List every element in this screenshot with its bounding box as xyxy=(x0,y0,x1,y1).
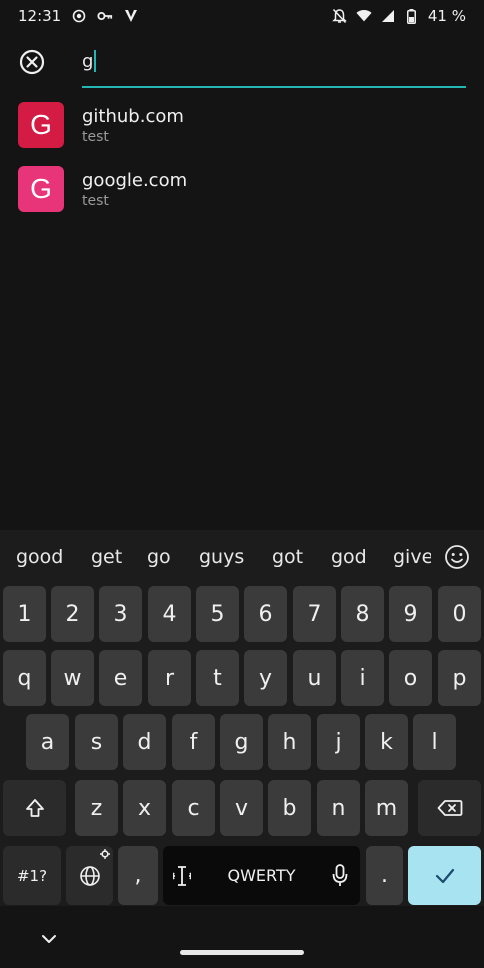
close-circle-icon xyxy=(19,49,45,75)
key-2[interactable]: 2 xyxy=(51,586,94,642)
avatar: G xyxy=(18,102,64,148)
key-y[interactable]: y xyxy=(244,650,287,706)
key-1[interactable]: 1 xyxy=(3,586,46,642)
space-key[interactable]: QWERTY xyxy=(163,846,360,905)
key-j[interactable]: j xyxy=(317,714,360,770)
key-c[interactable]: c xyxy=(172,780,215,836)
suggestion-guys[interactable]: guys xyxy=(199,546,244,568)
confirm-key[interactable] xyxy=(408,846,481,905)
search-underline xyxy=(82,86,466,88)
suggestion-give[interactable]: give xyxy=(393,546,431,568)
globe-icon xyxy=(79,865,100,886)
key-k[interactable]: k xyxy=(365,714,408,770)
avatar: G xyxy=(18,166,64,212)
key-u[interactable]: u xyxy=(293,650,336,706)
key-8[interactable]: 8 xyxy=(341,586,384,642)
key-icon xyxy=(97,8,113,24)
key-o[interactable]: o xyxy=(389,650,432,706)
target-icon xyxy=(71,8,87,24)
key-f[interactable]: f xyxy=(172,714,215,770)
vpn-v-icon xyxy=(123,8,139,24)
backspace-key[interactable] xyxy=(418,780,481,836)
status-time: 12:31 xyxy=(18,7,62,25)
key-3[interactable]: 3 xyxy=(99,586,142,642)
key-l[interactable]: l xyxy=(413,714,456,770)
key-x[interactable]: x xyxy=(123,780,166,836)
backspace-icon xyxy=(437,800,462,816)
system-nav-bar xyxy=(0,906,484,968)
key-q[interactable]: q xyxy=(3,650,46,706)
shift-icon xyxy=(25,799,44,817)
suggestion-go[interactable]: go xyxy=(147,546,171,568)
space-key-label: QWERTY xyxy=(227,866,296,885)
cursor-move-icon xyxy=(173,866,191,886)
hide-keyboard-chevron-icon[interactable] xyxy=(40,932,58,946)
settings-gear-icon xyxy=(100,849,110,859)
microphone-icon xyxy=(332,864,348,886)
suggestion-get[interactable]: get xyxy=(91,546,122,568)
search-input[interactable]: g xyxy=(82,46,466,76)
key-4[interactable]: 4 xyxy=(148,586,191,642)
emoji-icon[interactable] xyxy=(444,544,470,570)
suggestion-good[interactable]: good xyxy=(16,546,63,568)
key-t[interactable]: t xyxy=(196,650,239,706)
battery-percent: 41 % xyxy=(427,7,466,25)
suggestion-god[interactable]: god xyxy=(331,546,367,568)
suggestion-strip: good get go guys got god give xyxy=(0,530,484,582)
signal-icon xyxy=(380,8,396,24)
key-r[interactable]: r xyxy=(148,650,191,706)
key-v[interactable]: v xyxy=(220,780,263,836)
symbols-key-label: #1? xyxy=(16,866,48,885)
wifi-icon xyxy=(356,8,372,24)
suggestion-got[interactable]: got xyxy=(272,546,303,568)
key-e[interactable]: e xyxy=(99,650,142,706)
key-a[interactable]: a xyxy=(26,714,69,770)
key-w[interactable]: w xyxy=(51,650,94,706)
notifications-off-icon xyxy=(332,8,348,24)
result-item-github[interactable]: G github.com test xyxy=(18,98,466,152)
key-n[interactable]: n xyxy=(317,780,360,836)
text-cursor xyxy=(94,50,97,72)
key-z[interactable]: z xyxy=(75,780,118,836)
result-subtitle: test xyxy=(82,128,109,145)
checkmark-icon xyxy=(435,868,454,883)
key-9[interactable]: 9 xyxy=(389,586,432,642)
search-input-value: g xyxy=(82,50,94,72)
key-g[interactable]: g xyxy=(220,714,263,770)
soft-keyboard: good get go guys got god give 1 2 3 4 5 … xyxy=(0,530,484,968)
key-b[interactable]: b xyxy=(268,780,311,836)
clear-search-button[interactable] xyxy=(18,48,46,76)
key-h[interactable]: h xyxy=(268,714,311,770)
key-7[interactable]: 7 xyxy=(293,586,336,642)
shift-key[interactable] xyxy=(3,780,66,836)
result-title: google.com xyxy=(82,169,188,191)
comma-key[interactable]: , xyxy=(118,846,158,905)
result-item-google[interactable]: G google.com test xyxy=(18,162,466,216)
key-s[interactable]: s xyxy=(75,714,118,770)
home-gesture-pill[interactable] xyxy=(180,950,304,955)
key-5[interactable]: 5 xyxy=(196,586,239,642)
battery-icon xyxy=(404,8,420,24)
symbols-key[interactable]: #1? xyxy=(3,846,61,905)
key-6[interactable]: 6 xyxy=(244,586,287,642)
key-m[interactable]: m xyxy=(365,780,408,836)
key-p[interactable]: p xyxy=(438,650,481,706)
key-0[interactable]: 0 xyxy=(438,586,481,642)
result-title: github.com xyxy=(82,105,184,127)
period-key[interactable]: . xyxy=(366,846,403,905)
result-subtitle: test xyxy=(82,192,109,209)
status-bar: 12:31 41 % xyxy=(0,0,484,32)
key-d[interactable]: d xyxy=(123,714,166,770)
key-i[interactable]: i xyxy=(341,650,384,706)
language-key[interactable] xyxy=(66,846,113,905)
